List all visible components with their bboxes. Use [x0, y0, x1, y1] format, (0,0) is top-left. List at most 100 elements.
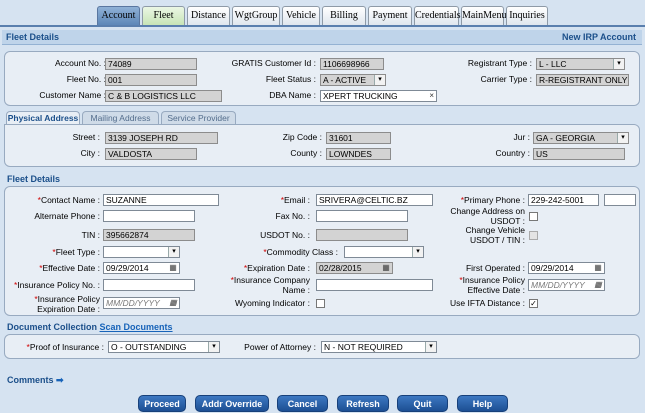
wyoming-checkbox[interactable]: [316, 299, 325, 308]
proof-insurance-value: O - OUTSTANDING: [111, 342, 187, 352]
proof-insurance-label: *Proof of Insurance :: [10, 342, 105, 353]
tab-service-provider[interactable]: Service Provider: [161, 111, 236, 124]
effective-date-label-text: Effective Date :: [42, 263, 100, 273]
carrier-type-label: Carrier Type :: [480, 74, 532, 84]
chevron-down-icon: ▾: [617, 133, 628, 143]
chevron-down-icon: ▾: [374, 75, 385, 85]
fleet-status-label: Fleet Status :: [265, 74, 316, 84]
insurance-company-label: *Insurance Company Name :: [218, 275, 310, 295]
comments-toggle[interactable]: Comments ➡: [7, 375, 64, 386]
contact-name-label: *Contact Name :: [8, 195, 100, 206]
insurance-eff-date-label: *Insurance Policy Effective Date :: [430, 275, 525, 295]
help-button[interactable]: Help: [457, 395, 508, 412]
insurance-company-input[interactable]: [316, 279, 433, 291]
contact-name-input[interactable]: SUZANNE: [103, 194, 219, 206]
primary-phone-label: *Primary Phone :: [430, 195, 525, 206]
page-title: Fleet Details: [6, 32, 60, 42]
fax-input[interactable]: [316, 210, 408, 222]
calendar-icon[interactable]: ▦: [168, 298, 178, 308]
addr-override-button[interactable]: Addr Override: [195, 395, 269, 412]
expiration-date-label: *Expiration Date :: [218, 263, 310, 274]
change-vehicle-checkbox[interactable]: [529, 231, 538, 240]
dba-value: XPERT TRUCKING: [323, 91, 398, 101]
document-collection-title: Document Collection Scan Documents: [7, 322, 173, 332]
insurance-policy-input[interactable]: [103, 279, 195, 291]
tin-field: 395662874: [103, 229, 195, 241]
calendar-icon: ▦: [382, 263, 390, 272]
tab-account[interactable]: Account: [97, 6, 140, 25]
chevron-down-icon: ▾: [412, 247, 423, 257]
first-operated-input[interactable]: 09/29/2014 ▦: [528, 262, 605, 274]
change-address-checkbox[interactable]: [529, 212, 538, 221]
jur-select[interactable]: GA - GEORGIA ▾: [533, 132, 629, 144]
insurance-eff-date-input[interactable]: MM/DD/YYYY ▦: [528, 279, 605, 291]
fleet-no-field: 001: [105, 74, 197, 86]
fleet-status-select[interactable]: A - ACTIVE ▾: [320, 74, 386, 86]
expiration-date-value: 02/28/2015: [319, 263, 362, 273]
tab-inquiries[interactable]: Inquiries: [506, 6, 548, 25]
registrant-type-select[interactable]: L - LLC ▾: [536, 58, 625, 70]
tab-vehicle[interactable]: Vehicle: [282, 6, 320, 25]
customer-name-field: C & B LOGISTICS LLC: [105, 90, 222, 102]
phone-extension-input[interactable]: [604, 194, 636, 206]
tab-billing[interactable]: Billing: [322, 6, 366, 25]
tab-distance[interactable]: Distance: [187, 6, 230, 25]
chevron-down-icon: ▾: [425, 342, 436, 352]
insurance-exp-date-placeholder: MM/DD/YYYY: [106, 298, 160, 308]
proof-insurance-select[interactable]: O - OUTSTANDING ▾: [108, 341, 220, 353]
usdot-field: [316, 229, 408, 241]
insurance-exp-date-label: *Insurance Policy Expiration Date :: [8, 294, 100, 314]
alternate-phone-input[interactable]: [103, 210, 195, 222]
proceed-button[interactable]: Proceed: [138, 395, 186, 412]
contact-name-label-text: Contact Name :: [40, 195, 100, 205]
tab-wgtgroup[interactable]: WgtGroup: [232, 6, 280, 25]
tab-fleet[interactable]: Fleet: [142, 6, 185, 25]
cancel-button[interactable]: Cancel: [277, 395, 328, 412]
calendar-icon[interactable]: ▦: [593, 263, 603, 273]
tab-payment[interactable]: Payment: [368, 6, 412, 25]
zip-field: 31601: [326, 132, 391, 144]
primary-phone-input[interactable]: 229-242-5001: [528, 194, 599, 206]
fleet-type-label-text: Fleet Type :: [55, 247, 100, 257]
jur-value: GA - GEORGIA: [536, 133, 596, 143]
commodity-class-select[interactable]: ▾: [344, 246, 424, 258]
dba-label: DBA Name :: [269, 90, 316, 100]
account-no-field: 74089: [105, 58, 197, 70]
expiration-date-label-text: Expiration Date :: [247, 263, 310, 273]
primary-phone-label-text: Primary Phone :: [464, 195, 525, 205]
fleet-no-label: Fleet No. :: [66, 74, 106, 84]
tab-mailing-address[interactable]: Mailing Address: [82, 111, 159, 124]
email-input[interactable]: SRIVERA@CELTIC.BZ: [316, 194, 433, 206]
tab-physical-address[interactable]: Physical Address: [6, 111, 80, 124]
clear-icon[interactable]: ×: [429, 91, 434, 101]
calendar-icon[interactable]: ▦: [593, 280, 603, 290]
power-of-attorney-select[interactable]: N - NOT REQUIRED ▾: [321, 341, 437, 353]
calendar-icon[interactable]: ▦: [168, 263, 178, 273]
insurance-eff-date-label-line2: Effective Date :: [467, 284, 525, 295]
insurance-exp-date-input[interactable]: MM/DD/YYYY ▦: [103, 297, 180, 309]
header-right-title: New IRP Account: [561, 32, 636, 42]
tab-credentials[interactable]: Credentials: [414, 6, 461, 25]
tin-label: TIN :: [81, 230, 100, 240]
quit-button[interactable]: Quit: [397, 395, 448, 412]
scan-documents-link[interactable]: Scan Documents: [100, 322, 173, 332]
dba-input[interactable]: XPERT TRUCKING ×: [320, 90, 437, 102]
insurance-policy-label: *Insurance Policy No. :: [8, 280, 100, 291]
change-vehicle-label-line2: USDOT / TIN :: [470, 234, 525, 245]
proof-insurance-label-text: Proof of Insurance :: [29, 342, 104, 352]
effective-date-input[interactable]: 09/29/2014 ▦: [103, 262, 180, 274]
ifta-checkbox[interactable]: ✓: [529, 299, 538, 308]
effective-date-value: 09/29/2014: [106, 263, 149, 273]
commodity-class-label: *Commodity Class :: [218, 247, 338, 258]
email-label: *Email :: [218, 195, 310, 206]
city-field: VALDOSTA: [105, 148, 197, 160]
fleet-type-select[interactable]: ▾: [103, 246, 180, 258]
zip-label: Zip Code :: [282, 132, 322, 142]
carrier-type-field: R-REGISTRANT ONLY: [536, 74, 629, 86]
tab-mainmenu[interactable]: MainMenu: [461, 6, 506, 25]
country-label: Country :: [495, 148, 531, 158]
gratis-label: GRATIS Customer Id :: [231, 58, 316, 68]
alternate-phone-label: Alternate Phone :: [34, 211, 100, 221]
refresh-button[interactable]: Refresh: [337, 395, 389, 412]
city-label: City :: [80, 148, 100, 158]
